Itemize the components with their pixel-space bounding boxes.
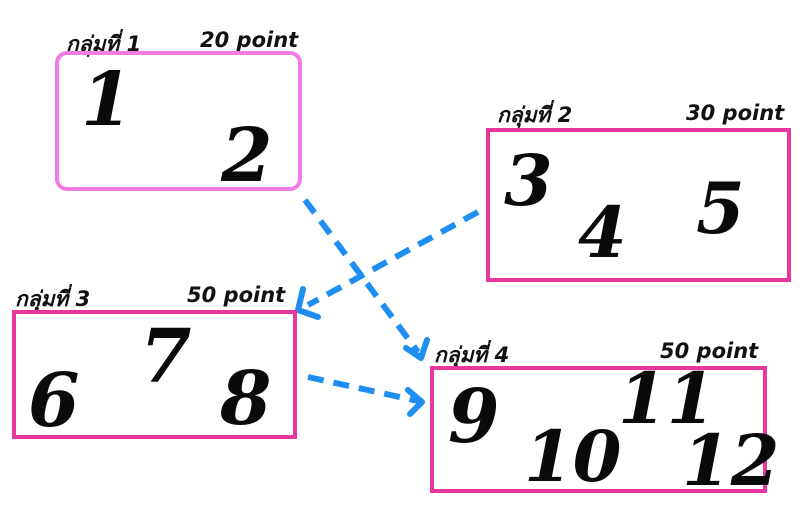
group-4-number: 9 bbox=[448, 374, 500, 460]
group-3-number: 6 bbox=[28, 358, 80, 444]
group-3-points: 50 point bbox=[187, 283, 286, 307]
group-3-box: 6 7 8 bbox=[12, 310, 297, 439]
group-1-points: 20 point bbox=[200, 28, 299, 52]
group-3-number: 7 bbox=[140, 314, 192, 400]
group-1-box: 1 2 bbox=[55, 51, 302, 199]
group-2-box: 3 4 5 bbox=[486, 128, 791, 282]
arrow-group2-to-group3 bbox=[306, 209, 480, 308]
group-4-number: 12 bbox=[682, 419, 780, 502]
group-2-number: 4 bbox=[578, 191, 627, 274]
group-2-points: 30 point bbox=[686, 101, 785, 125]
group-1-number: 1 bbox=[81, 57, 133, 143]
group-3-number: 8 bbox=[220, 356, 272, 442]
group-4-box: 9 10 11 12 bbox=[430, 364, 779, 498]
group-2-number: 3 bbox=[504, 139, 553, 222]
group-4-number: 10 bbox=[524, 415, 622, 498]
group-1-number: 2 bbox=[221, 113, 273, 199]
group-2-number: 5 bbox=[696, 167, 745, 250]
arrow-group3-to-group4 bbox=[307, 374, 419, 404]
